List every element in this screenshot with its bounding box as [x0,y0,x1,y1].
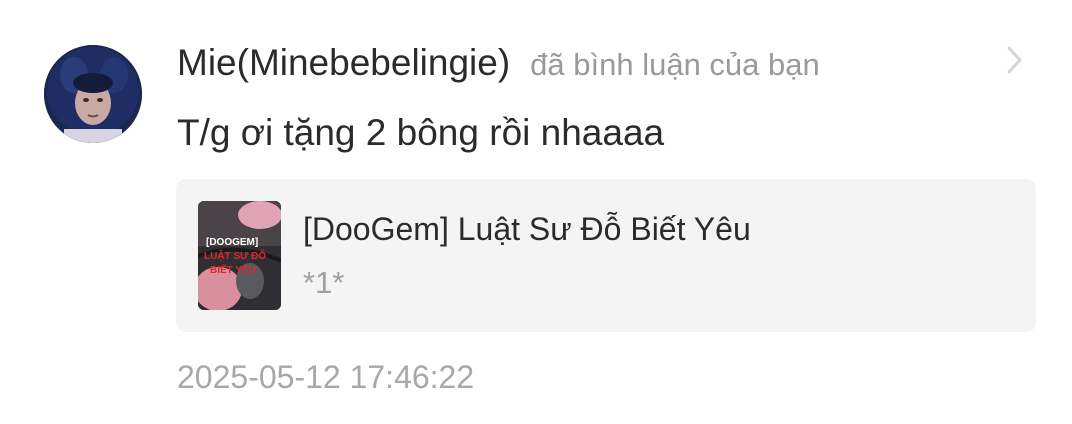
chevron-right-icon[interactable] [1000,42,1028,78]
cover-text-line2: LUẬT SƯ ĐỖ [204,249,266,262]
comment-notification[interactable]: Mie(Minebebelingie) đã bình luận của bạn… [0,0,1072,424]
book-cover-image: [DOOGEM] LUẬT SƯ ĐỖ BIẾT YÊU [198,201,281,310]
action-text: đã bình luận của bạn [530,47,820,82]
cover-text-line1: [DOOGEM] [206,237,258,248]
timestamp: 2025-05-12 17:46:22 [177,359,475,395]
comment-text: T/g ơi tặng 2 bông rồi nhaaaa [177,112,665,153]
user-avatar[interactable] [44,45,142,143]
book-title: [DooGem] Luật Sư Đỗ Biết Yêu [303,211,751,247]
notification-header: Mie(Minebebelingie) đã bình luận của bạn [177,38,820,88]
book-card[interactable]: [DOOGEM] LUẬT SƯ ĐỖ BIẾT YÊU [DooGem] Lu… [176,179,1036,332]
user-avatar-icon [44,45,142,143]
book-chapter: *1* [303,265,345,300]
username[interactable]: Mie(Minebebelingie) [177,38,510,88]
cover-text-line3: BIẾT YÊU [210,263,256,276]
